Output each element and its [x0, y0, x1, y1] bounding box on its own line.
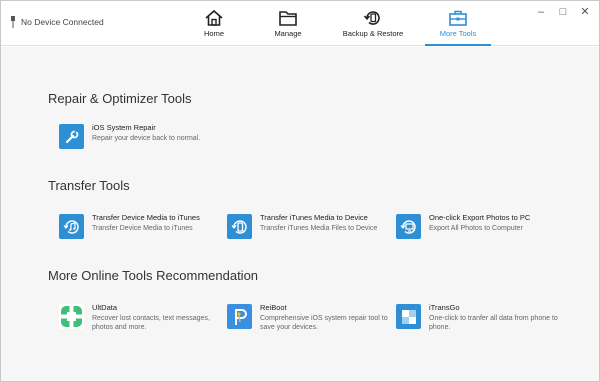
tool-transfer-itunes-media[interactable]: Transfer iTunes Media to Device Transfer… [227, 213, 400, 239]
tool-desc: Recover lost contacts, text messages, ph… [92, 315, 210, 331]
tool-itransgo[interactable]: iTransGo One-click to tranfer all data f… [396, 303, 569, 332]
tool-reiboot[interactable]: ReiBoot Comprehensive iOS system repair … [227, 303, 400, 332]
wrench-icon [59, 124, 84, 149]
section-title-repair: Repair & Optimizer Tools [48, 91, 192, 106]
tool-ultdata[interactable]: UltData Recover lost contacts, text mess… [59, 303, 232, 332]
device-transfer-icon [227, 214, 252, 239]
tool-desc: Comprehensive iOS system repair tool to … [260, 315, 388, 331]
main-nav: Home Manage Backup & Restore More Tools [177, 1, 495, 46]
nav-home[interactable]: Home [177, 1, 251, 46]
section-title-online-tools: More Online Tools Recommendation [48, 268, 259, 283]
toolbox-icon [449, 10, 467, 26]
window-controls: – □ ✕ [535, 6, 591, 18]
nav-home-label: Home [203, 29, 224, 38]
tool-desc: Transfer Device Media to iTunes [92, 225, 193, 232]
backup-restore-icon [363, 11, 380, 25]
music-transfer-icon [59, 214, 84, 239]
folder-icon [279, 11, 297, 26]
nav-more-tools[interactable]: More Tools [421, 1, 495, 46]
close-icon[interactable]: ✕ [579, 6, 591, 18]
nav-backup-restore[interactable]: Backup & Restore [325, 1, 421, 46]
tool-name: One-click Export Photos to PC [429, 213, 531, 222]
tool-export-photos[interactable]: One-click Export Photos to PC Export All… [396, 213, 569, 239]
export-photos-icon [396, 214, 421, 239]
device-status-text: No Device Connected [21, 17, 104, 27]
tool-name: Transfer iTunes Media to Device [260, 213, 368, 222]
ultdata-logo-icon [59, 304, 84, 329]
tool-desc: Export All Photos to Computer [429, 225, 523, 232]
tool-desc: Transfer iTunes Media Files to Device [260, 225, 378, 232]
home-icon [205, 9, 223, 26]
tool-ios-system-repair[interactable]: iOS System Repair Repair your device bac… [59, 123, 232, 149]
nav-manage-label: Manage [274, 29, 302, 38]
reiboot-logo-icon [227, 304, 252, 329]
itransgo-logo-icon [396, 304, 421, 329]
app-window: No Device Connected Home Manage Backup &… [0, 0, 600, 382]
usb-cable-icon [11, 16, 15, 28]
nav-more-tools-label: More Tools [439, 29, 477, 38]
tool-name: Transfer Device Media to iTunes [92, 213, 200, 222]
tool-name: UltData [92, 303, 118, 312]
maximize-icon[interactable]: □ [557, 6, 569, 18]
section-title-transfer: Transfer Tools [48, 178, 130, 193]
nav-manage[interactable]: Manage [251, 1, 325, 46]
tool-name: iTransGo [429, 303, 460, 312]
tool-name: ReiBoot [260, 303, 287, 312]
tool-transfer-device-media[interactable]: Transfer Device Media to iTunes Transfer… [59, 213, 232, 239]
tool-desc: One-click to tranfer all data from phone… [429, 315, 558, 331]
nav-backup-restore-label: Backup & Restore [342, 29, 404, 38]
top-toolbar: No Device Connected Home Manage Backup &… [1, 1, 599, 46]
more-tools-panel: Repair & Optimizer Tools iOS System Repa… [1, 47, 599, 381]
device-status: No Device Connected [10, 16, 104, 28]
tool-name: iOS System Repair [92, 123, 156, 132]
tool-desc: Repair your device back to normal. [92, 135, 201, 142]
minimize-icon[interactable]: – [535, 6, 547, 18]
